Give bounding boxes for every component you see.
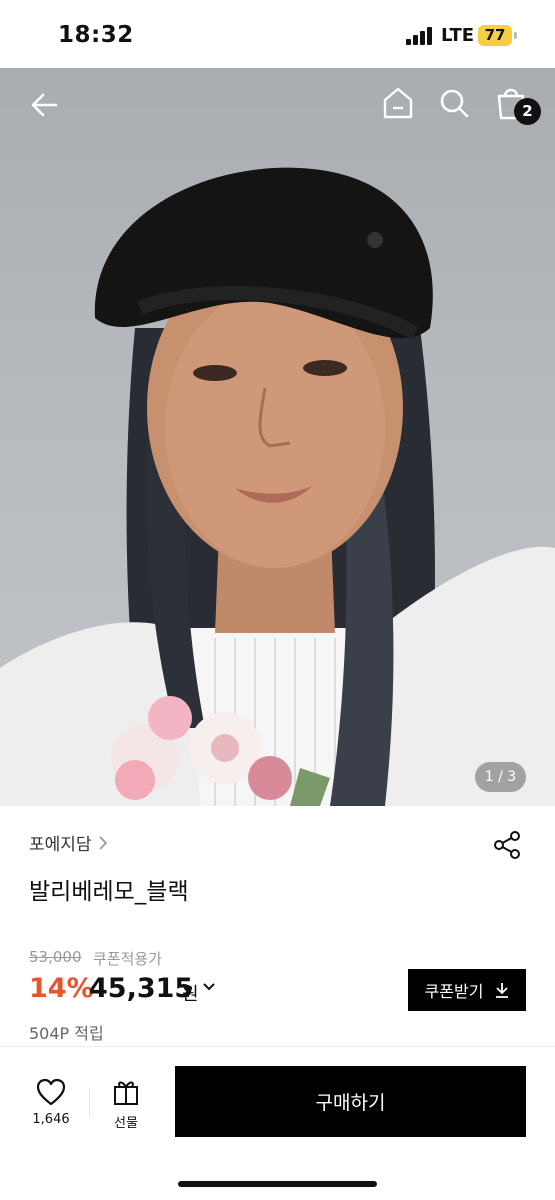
status-bar: 18:32 LTE 77 bbox=[0, 0, 555, 68]
status-time: 18:32 bbox=[58, 22, 134, 48]
back-button[interactable] bbox=[22, 83, 66, 127]
share-icon bbox=[494, 831, 520, 859]
home-icon bbox=[383, 87, 413, 119]
product-photo bbox=[0, 167, 555, 806]
signal-icon bbox=[406, 27, 436, 45]
discount-rate: 14% bbox=[29, 973, 94, 1004]
gift-icon bbox=[114, 1081, 138, 1105]
search-button[interactable] bbox=[432, 81, 476, 125]
divider bbox=[0, 1046, 555, 1047]
coupon-button-label: 쿠폰받기 bbox=[424, 982, 484, 1001]
home-button[interactable] bbox=[376, 81, 420, 125]
like-button[interactable]: 1,646 bbox=[22, 1078, 80, 1132]
heart-icon bbox=[36, 1078, 66, 1106]
brand-link[interactable]: 포에지담 bbox=[29, 830, 108, 855]
battery-tip bbox=[514, 32, 517, 39]
buy-button[interactable]: 구매하기 bbox=[175, 1066, 526, 1137]
coupon-download-button[interactable]: 쿠폰받기 bbox=[408, 969, 526, 1011]
network-label: LTE bbox=[441, 25, 475, 46]
product-title: 발리베레모_블랙 bbox=[29, 879, 189, 905]
vertical-divider bbox=[89, 1088, 90, 1116]
image-counter: 1 / 3 bbox=[475, 762, 526, 792]
chevron-down-icon[interactable] bbox=[202, 982, 216, 992]
home-indicator bbox=[178, 1181, 377, 1187]
like-count: 1,646 bbox=[32, 1112, 70, 1127]
gift-button[interactable]: 선물 bbox=[100, 1078, 152, 1132]
chevron-right-icon bbox=[98, 835, 107, 850]
sale-price: 45,315 bbox=[89, 973, 194, 1004]
search-icon bbox=[440, 89, 469, 118]
share-button[interactable] bbox=[492, 830, 528, 866]
cart-badge: 2 bbox=[514, 98, 541, 125]
battery-icon: 77 bbox=[478, 25, 512, 46]
download-icon bbox=[496, 983, 509, 998]
original-price: 53,000 bbox=[29, 948, 82, 966]
back-arrow-icon bbox=[31, 93, 58, 117]
gift-label: 선물 bbox=[114, 1116, 138, 1131]
currency-label: 원 bbox=[182, 984, 199, 1005]
brand-name: 포에지담 bbox=[29, 835, 92, 855]
coupon-price-label: 쿠폰적용가 bbox=[93, 950, 163, 968]
points-label: 504P 적립 bbox=[29, 1024, 104, 1043]
product-image[interactable]: 1 / 3 bbox=[0, 68, 555, 806]
